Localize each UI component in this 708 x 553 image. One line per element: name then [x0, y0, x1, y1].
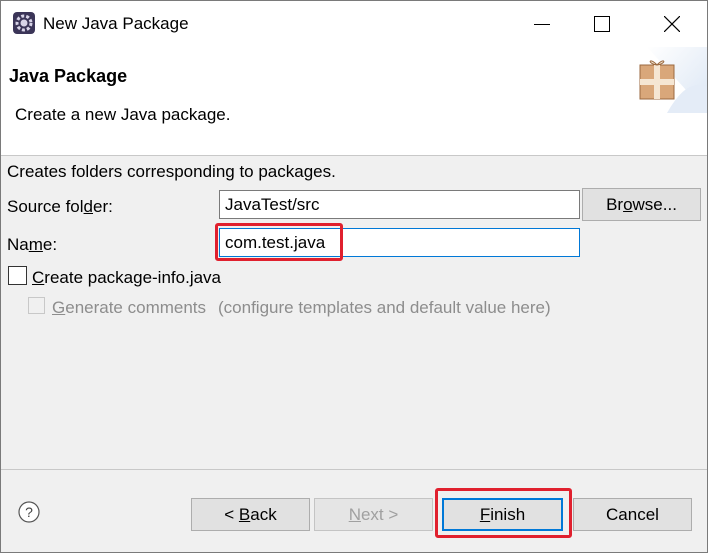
source-folder-label: Source folder:	[7, 197, 113, 216]
finish-highlight-box	[435, 488, 572, 538]
window-title: New Java Package	[43, 14, 189, 33]
form-description: Creates folders corresponding to package…	[7, 162, 336, 181]
footer-separator	[1, 469, 707, 470]
back-button[interactable]: < Back	[191, 498, 310, 531]
svg-text:?: ?	[25, 504, 33, 520]
help-icon[interactable]: ?	[18, 501, 40, 523]
cancel-button[interactable]: Cancel	[573, 498, 692, 531]
generate-comments-label: Generate comments	[52, 298, 207, 317]
generate-comments-checkbox[interactable]	[28, 297, 45, 314]
minimize-button[interactable]	[509, 1, 575, 47]
create-package-info-checkbox[interactable]	[8, 266, 27, 285]
browse-button[interactable]: Browse...	[582, 188, 701, 221]
minimize-icon	[534, 24, 550, 25]
maximize-icon	[594, 16, 610, 32]
new-java-package-dialog: New Java Package Java Package Create a n…	[0, 0, 708, 553]
close-icon	[664, 16, 680, 32]
page-title: Java Package	[9, 66, 128, 86]
next-button[interactable]: Next >	[314, 498, 433, 531]
maximize-button[interactable]	[569, 1, 635, 47]
name-label: Name:	[7, 235, 58, 254]
create-package-info-label[interactable]: Create package-info.java	[32, 268, 221, 288]
wizard-header: Java Package Create a new Java package.	[1, 47, 707, 156]
eclipse-gear-icon	[13, 12, 35, 34]
source-folder-input[interactable]: JavaTest/src	[219, 190, 580, 219]
title-bar: New Java Package	[1, 1, 707, 47]
page-description: Create a new Java package.	[15, 105, 231, 124]
close-button[interactable]	[639, 1, 705, 47]
name-highlight-box	[215, 223, 343, 261]
configure-templates-link[interactable]: (configure templates and default value h…	[218, 298, 551, 318]
